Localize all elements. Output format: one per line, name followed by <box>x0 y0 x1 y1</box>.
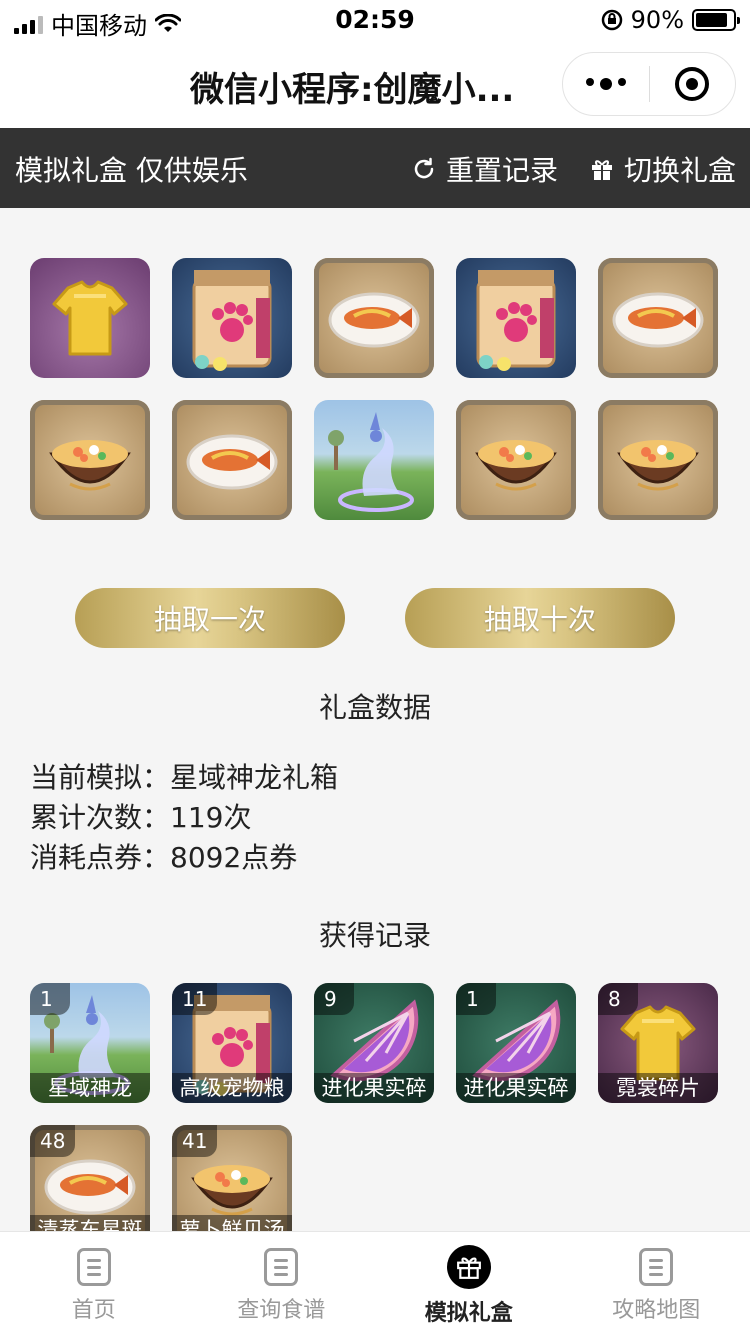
draw-result-tile[interactable] <box>172 258 292 378</box>
record-item[interactable]: 41 萝卜鲜贝汤 <box>172 1125 292 1231</box>
stats-block: 当前模拟：星域神龙礼箱 累计次数：119次 消耗点券：8092点券 <box>30 758 338 878</box>
more-dot-icon <box>599 78 612 90</box>
draw-result-tile[interactable] <box>598 400 718 520</box>
record-count-badge: 11 <box>172 983 218 1015</box>
coupon-cost-row: 消耗点券：8092点券 <box>30 838 338 878</box>
record-name: 进化果实碎 <box>456 1073 576 1103</box>
battery-percent: 90% <box>630 6 684 34</box>
switch-giftbox-label: 切换礼盒 <box>624 154 737 187</box>
draw-result-tile[interactable] <box>30 258 150 378</box>
battery-icon <box>692 9 740 31</box>
gift-icon <box>592 160 612 180</box>
draw-buttons-row: 抽取一次 抽取十次 <box>0 588 750 648</box>
record-item[interactable]: 11 高级宠物粮 <box>172 983 292 1103</box>
tab-recipes[interactable]: 查询食谱 <box>188 1232 376 1334</box>
more-dot-icon <box>617 78 626 86</box>
record-name: 进化果实碎 <box>314 1073 434 1103</box>
reset-records-label: 重置记录 <box>446 154 559 187</box>
tab-label: 模拟礼盒 <box>424 1301 513 1326</box>
record-item[interactable]: 1 星域神龙 <box>30 983 150 1103</box>
draw-result-tile[interactable] <box>314 400 434 520</box>
toolbar: 模拟礼盒 仅供娱乐 重置记录 切换礼盒 <box>0 128 750 208</box>
record-count-badge: 48 <box>30 1125 76 1157</box>
more-menu-button[interactable] <box>563 78 649 90</box>
draw-result-tile[interactable] <box>456 400 576 520</box>
document-icon <box>264 1248 299 1286</box>
record-count-badge: 1 <box>30 983 70 1015</box>
current-simulation-row: 当前模拟：星域神龙礼箱 <box>30 758 338 798</box>
draw-result-tile[interactable] <box>30 400 150 520</box>
draw-result-tile[interactable] <box>456 258 576 378</box>
record-item[interactable]: 48 清蒸东星斑 <box>30 1125 150 1231</box>
tab-label: 查询食谱 <box>237 1298 326 1323</box>
draw-once-button[interactable]: 抽取一次 <box>75 588 345 648</box>
record-count-badge: 8 <box>598 983 638 1015</box>
record-count-badge: 1 <box>456 983 496 1015</box>
record-item[interactable]: 9 进化果实碎 <box>314 983 434 1103</box>
switch-giftbox-button[interactable]: 切换礼盒 <box>590 149 736 189</box>
document-icon <box>639 1248 674 1286</box>
draw-count-value: 119次 <box>170 801 252 834</box>
tab-label: 攻略地图 <box>612 1298 701 1323</box>
reset-records-button[interactable]: 重置记录 <box>412 149 558 189</box>
nav-bar: 微信小程序:创魔小... <box>0 42 750 128</box>
target-icon <box>675 67 710 101</box>
tab-label: 首页 <box>71 1298 116 1323</box>
document-icon <box>76 1248 111 1286</box>
record-item[interactable]: 8 霓裳碎片 <box>598 983 718 1103</box>
status-right: 90% <box>601 6 740 34</box>
gift-icon <box>446 1245 491 1289</box>
coupon-cost-label: 消耗点券： <box>30 841 171 874</box>
refresh-icon <box>414 157 434 179</box>
more-dot-icon <box>585 78 594 86</box>
draw-count-label: 累计次数： <box>30 801 171 834</box>
draw-ten-button[interactable]: 抽取十次 <box>405 588 675 648</box>
tab-giftbox[interactable]: 模拟礼盒 <box>375 1232 563 1334</box>
draw-results-grid <box>30 258 720 542</box>
current-simulation-value: 星域神龙礼箱 <box>170 761 339 794</box>
records-title: 获得记录 <box>318 919 431 952</box>
record-name: 高级宠物粮 <box>172 1073 292 1103</box>
record-name: 星域神龙 <box>30 1073 150 1103</box>
record-count-badge: 41 <box>172 1125 218 1157</box>
record-name: 萝卜鲜贝汤 <box>172 1215 292 1231</box>
record-name: 霓裳碎片 <box>598 1073 718 1103</box>
coupon-cost-value: 8092点券 <box>170 841 298 874</box>
miniprogram-capsule <box>562 52 736 116</box>
draw-count-row: 累计次数：119次 <box>30 798 338 838</box>
stats-title: 礼盒数据 <box>318 691 431 724</box>
current-simulation-label: 当前模拟： <box>30 761 171 794</box>
records-grid: 1 星域神龙 11 高级宠物粮 9 进化果实碎 1 进化果实碎 8 霓裳碎片 48 清蒸东星斑 41 萝卜… <box>30 983 720 1231</box>
status-bar: 中国移动 02:59 90% <box>0 0 750 42</box>
tab-bar: 首页 查询食谱 模拟礼盒 攻略地图 <box>0 1231 750 1334</box>
record-count-badge: 9 <box>314 983 354 1015</box>
rotation-lock-icon <box>601 9 622 31</box>
toolbar-title: 模拟礼盒 仅供娱乐 <box>15 154 248 187</box>
draw-result-tile[interactable] <box>598 258 718 378</box>
record-name: 清蒸东星斑 <box>30 1215 150 1231</box>
tab-home[interactable]: 首页 <box>0 1232 188 1334</box>
tab-map[interactable]: 攻略地图 <box>563 1232 750 1334</box>
records-scroll-area[interactable]: 1 星域神龙 11 高级宠物粮 9 进化果实碎 1 进化果实碎 8 霓裳碎片 48 清蒸东星斑 41 萝卜… <box>30 983 720 1231</box>
draw-result-tile[interactable] <box>172 400 292 520</box>
close-miniprogram-button[interactable] <box>650 67 736 101</box>
draw-result-tile[interactable] <box>314 258 434 378</box>
record-item[interactable]: 1 进化果实碎 <box>456 983 576 1103</box>
page-title: 微信小程序:创魔小... <box>190 70 515 110</box>
